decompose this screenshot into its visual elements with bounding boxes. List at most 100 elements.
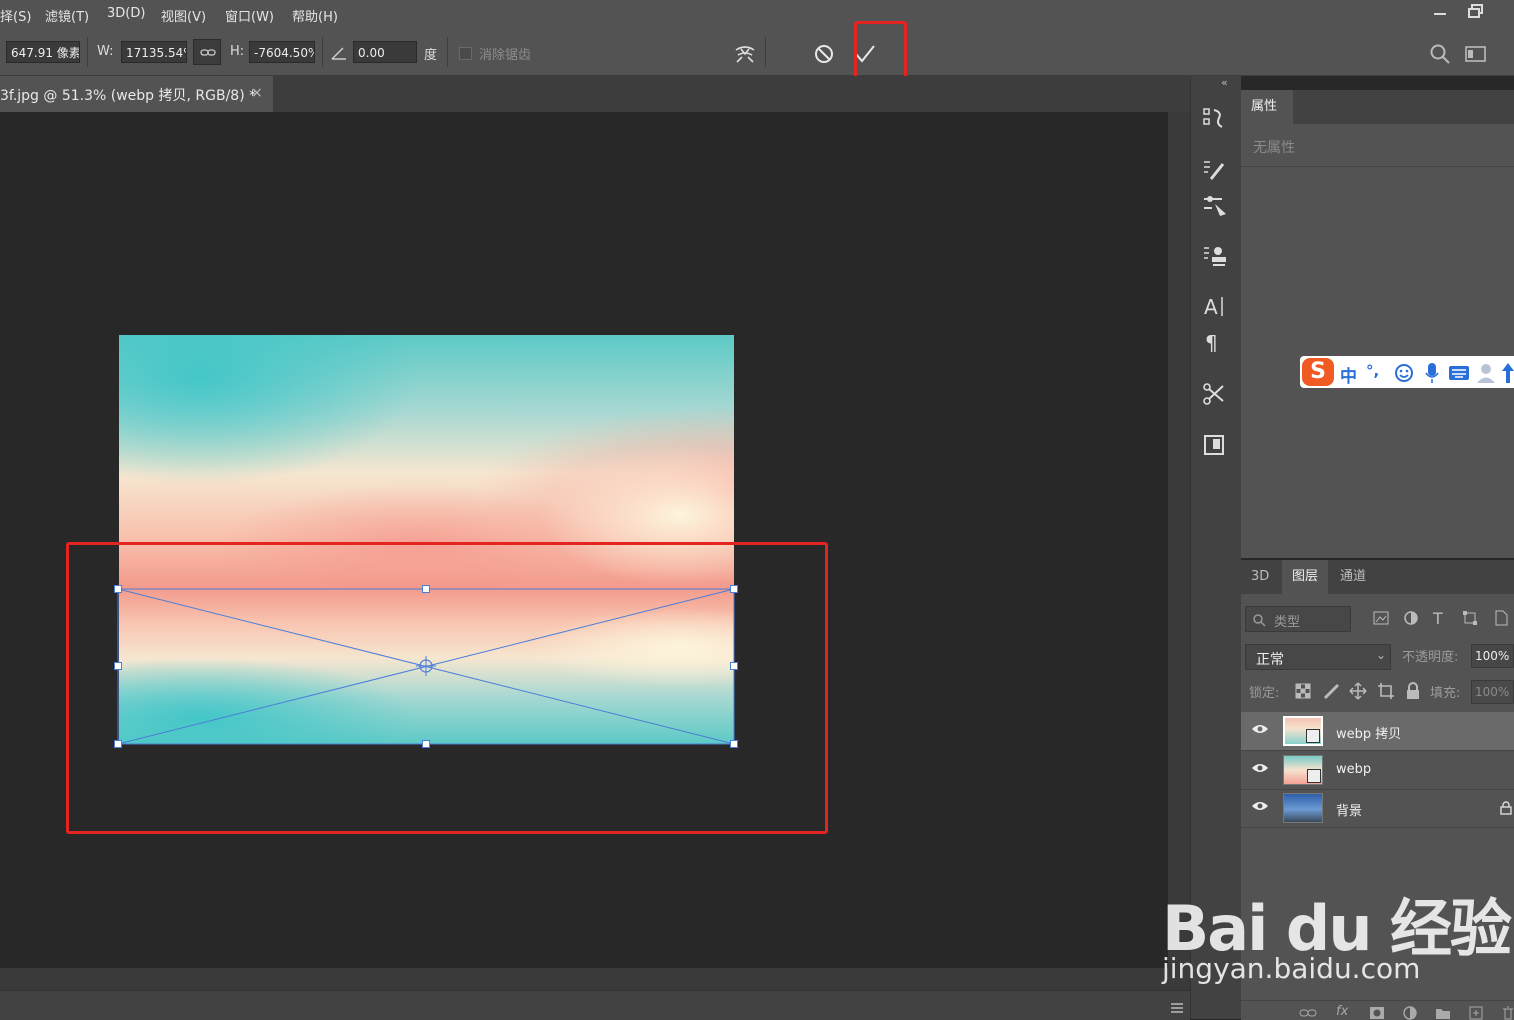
no-properties-text: 无属性 bbox=[1253, 140, 1295, 156]
fill-label: 填充: bbox=[1430, 686, 1461, 701]
x-position-field[interactable]: 647.91 像素 bbox=[6, 41, 80, 63]
search-icon[interactable] bbox=[1429, 43, 1451, 65]
character-icon[interactable]: A bbox=[1204, 294, 1226, 318]
search-icon bbox=[1253, 614, 1266, 627]
lock-pixels-icon[interactable] bbox=[1323, 682, 1341, 700]
menu-view[interactable]: 视图(V) bbox=[161, 6, 206, 25]
collapse-icon[interactable]: « bbox=[1221, 76, 1228, 89]
restore-icon bbox=[1468, 4, 1483, 18]
h-label: H: bbox=[230, 44, 245, 59]
visibility-eye-icon[interactable] bbox=[1251, 761, 1269, 775]
menu-bar: 择(S) 滤镜(T) 3D(D) 视图(V) 窗口(W) 帮助(H) bbox=[0, 0, 1514, 30]
document-tab-title: 3f.jpg @ 51.3% (webp 拷贝, RGB/8) * bbox=[0, 88, 257, 104]
layer-row-webp[interactable]: webp bbox=[1241, 751, 1514, 790]
tab-3d[interactable]: 3D bbox=[1241, 560, 1279, 594]
fill-field[interactable]: 100% bbox=[1471, 680, 1514, 704]
layer-name: webp 拷贝 bbox=[1336, 727, 1402, 742]
visibility-eye-icon[interactable] bbox=[1251, 722, 1269, 736]
paragraph-icon[interactable]: ¶ bbox=[1205, 330, 1225, 354]
text-filter-icon[interactable]: T bbox=[1433, 609, 1443, 628]
lock-artboard-icon[interactable] bbox=[1377, 682, 1395, 700]
adjustment-filter-icon[interactable] bbox=[1403, 610, 1419, 626]
shape-filter-icon[interactable] bbox=[1462, 610, 1478, 626]
fx-icon[interactable]: fx bbox=[1336, 1004, 1348, 1019]
vertical-scrollbar[interactable] bbox=[1168, 112, 1190, 968]
link-proportions-button[interactable] bbox=[193, 39, 221, 65]
minimize-icon bbox=[1434, 13, 1446, 15]
workspace-icon[interactable] bbox=[1465, 45, 1487, 63]
microphone-icon[interactable] bbox=[1424, 362, 1440, 384]
adjustment-layer-icon[interactable] bbox=[1402, 1006, 1418, 1020]
baidu-watermark-url: jingyan.baidu.com bbox=[1162, 952, 1421, 985]
menu-3d[interactable]: 3D(D) bbox=[107, 6, 145, 21]
ime-punct-toggle[interactable]: °, bbox=[1366, 362, 1379, 380]
angle-field[interactable]: 0.00 bbox=[353, 41, 417, 63]
close-tab-icon[interactable]: × bbox=[251, 85, 263, 101]
ime-lang-toggle[interactable]: 中 bbox=[1340, 362, 1357, 387]
warp-mode-button[interactable] bbox=[733, 42, 757, 66]
restore-button[interactable] bbox=[1460, 0, 1492, 24]
horizontal-scrollbar[interactable] bbox=[0, 968, 1190, 990]
sogou-logo-icon[interactable]: S bbox=[1302, 358, 1334, 386]
layer-name: 背景 bbox=[1336, 804, 1363, 819]
svg-text:¶: ¶ bbox=[1205, 331, 1218, 354]
emoji-icon[interactable] bbox=[1394, 363, 1414, 383]
layer-row-webp-copy[interactable]: webp 拷贝 bbox=[1241, 712, 1514, 751]
smart-object-badge-icon bbox=[1306, 729, 1320, 743]
lock-position-icon[interactable] bbox=[1349, 682, 1367, 700]
layer-lock-icon bbox=[1500, 801, 1512, 815]
artboard-icon[interactable] bbox=[1203, 434, 1225, 456]
menu-window[interactable]: 窗口(W) bbox=[225, 6, 274, 25]
layer-filter-select[interactable]: 类型 bbox=[1245, 606, 1351, 632]
angle-icon bbox=[331, 47, 346, 60]
keyboard-icon[interactable] bbox=[1448, 365, 1470, 381]
more-icon[interactable] bbox=[1501, 362, 1514, 384]
cancel-transform-button[interactable] bbox=[813, 43, 835, 65]
menu-select[interactable]: 择(S) bbox=[0, 6, 31, 25]
svg-text:A: A bbox=[1204, 295, 1218, 318]
tab-layers[interactable]: 图层 bbox=[1282, 560, 1329, 594]
layer-thumbnail bbox=[1283, 716, 1323, 746]
tab-properties[interactable]: 属性 bbox=[1241, 90, 1293, 124]
options-bar: 647.91 像素 W: 17135.54% H: -7604.50% 0.00… bbox=[0, 30, 1514, 76]
blend-mode-value: 正常 bbox=[1256, 652, 1284, 668]
menu-help[interactable]: 帮助(H) bbox=[292, 6, 338, 25]
reflection-highlight-box bbox=[66, 542, 828, 834]
image-filter-icon[interactable] bbox=[1373, 611, 1389, 625]
menu-lines-icon[interactable] bbox=[1170, 1003, 1184, 1013]
layer-filter-placeholder: 类型 bbox=[1274, 615, 1301, 630]
new-layer-icon[interactable] bbox=[1469, 1006, 1483, 1020]
w-label: W: bbox=[97, 44, 114, 59]
link-icon bbox=[200, 49, 216, 56]
ime-toolbar[interactable]: S 中 °, bbox=[1300, 356, 1514, 388]
width-field[interactable]: 17135.54% bbox=[121, 41, 187, 63]
brush-settings-icon[interactable] bbox=[1202, 194, 1228, 218]
opacity-field[interactable]: 100% bbox=[1471, 644, 1514, 668]
menu-filter[interactable]: 滤镜(T) bbox=[45, 6, 89, 25]
properties-tab-bar: 属性 bbox=[1241, 90, 1514, 124]
antialias-label: 消除锯齿 bbox=[479, 48, 532, 63]
lock-transparent-icon[interactable] bbox=[1295, 683, 1311, 699]
history-icon[interactable] bbox=[1202, 106, 1226, 130]
user-icon[interactable] bbox=[1476, 362, 1496, 384]
delete-layer-icon[interactable] bbox=[1502, 1006, 1514, 1020]
brush-icon[interactable] bbox=[1202, 158, 1226, 182]
height-field[interactable]: -7604.50% bbox=[249, 41, 315, 63]
document-tab[interactable]: 3f.jpg @ 51.3% (webp 拷贝, RGB/8) * × bbox=[0, 76, 273, 112]
antialias-checkbox[interactable] bbox=[459, 47, 472, 60]
layer-mask-icon[interactable] bbox=[1369, 1006, 1385, 1020]
group-folder-icon[interactable] bbox=[1435, 1006, 1451, 1020]
layer-thumbnail bbox=[1283, 793, 1323, 823]
clone-stamp-icon[interactable] bbox=[1202, 244, 1228, 268]
divider bbox=[322, 37, 323, 67]
lock-all-icon[interactable] bbox=[1405, 682, 1421, 700]
blend-mode-select[interactable]: 正常 ⌄ bbox=[1245, 644, 1391, 670]
divider bbox=[765, 37, 766, 67]
layer-row-background[interactable]: 背景 bbox=[1241, 789, 1514, 828]
visibility-eye-icon[interactable] bbox=[1251, 799, 1269, 813]
tool-presets-icon[interactable] bbox=[1202, 382, 1226, 406]
tab-channels[interactable]: 通道 bbox=[1330, 560, 1376, 594]
minimize-button[interactable] bbox=[1424, 0, 1454, 24]
link-layers-icon[interactable] bbox=[1299, 1007, 1317, 1019]
smart-object-filter-icon[interactable] bbox=[1493, 610, 1509, 626]
